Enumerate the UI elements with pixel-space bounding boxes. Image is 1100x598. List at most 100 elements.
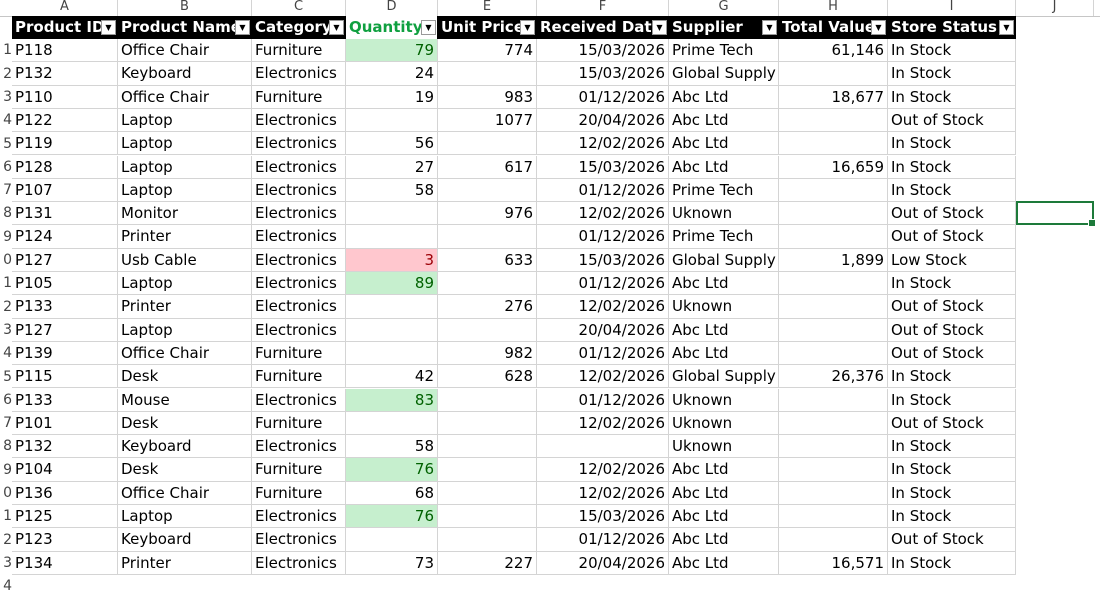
table-cell[interactable]	[779, 411, 888, 436]
table-cell[interactable]: Electronics	[252, 132, 346, 156]
table-cell[interactable]: Furniture	[252, 39, 346, 63]
column-letter[interactable]: H	[779, 0, 888, 16]
column-letter[interactable]: A	[12, 0, 118, 16]
table-cell[interactable]: Electronics	[252, 108, 346, 133]
table-cell[interactable]: 79	[346, 39, 438, 63]
row-number[interactable]: 5	[0, 133, 12, 156]
table-cell[interactable]: P133	[12, 388, 118, 412]
table-cell[interactable]: In Stock	[888, 481, 1016, 505]
header-cell[interactable]: Product ID ▼	[12, 16, 118, 39]
table-cell[interactable]: In Stock	[888, 365, 1016, 389]
table-cell[interactable]: Office Chair	[118, 85, 252, 109]
table-cell[interactable]: P132	[12, 435, 118, 459]
table-cell[interactable]	[438, 411, 537, 436]
table-cell[interactable]: Abc Ltd	[669, 318, 779, 342]
table-cell[interactable]	[779, 132, 888, 156]
table-cell[interactable]: 12/02/2026	[537, 411, 669, 436]
table-cell[interactable]: Low Stock	[888, 248, 1016, 272]
table-cell[interactable]: Abc Ltd	[669, 85, 779, 109]
table-cell[interactable]	[779, 388, 888, 412]
table-cell[interactable]: Electronics	[252, 225, 346, 249]
row-number[interactable]: 7	[0, 179, 12, 202]
table-cell[interactable]: Out of Stock	[888, 318, 1016, 342]
table-cell[interactable]: P136	[12, 481, 118, 505]
header-cell[interactable]: Category ▼	[252, 16, 346, 39]
column-letter[interactable]: B	[118, 0, 252, 16]
table-cell[interactable]	[346, 108, 438, 133]
row-number[interactable]: 0	[0, 249, 12, 272]
table-cell[interactable]: P131	[12, 202, 118, 226]
row-number[interactable]: 4	[0, 575, 12, 598]
table-cell[interactable]: 56	[346, 132, 438, 156]
filter-dropdown-icon[interactable]: ▼	[871, 20, 886, 35]
table-cell[interactable]	[346, 225, 438, 249]
filter-dropdown-icon[interactable]: ▼	[329, 20, 344, 35]
table-cell[interactable]: P139	[12, 341, 118, 366]
table-cell[interactable]: Office Chair	[118, 481, 252, 505]
row-number[interactable]: 0	[0, 482, 12, 505]
filter-dropdown-icon[interactable]: ▼	[520, 20, 535, 35]
table-cell[interactable]: 58	[346, 178, 438, 203]
table-cell[interactable]	[779, 528, 888, 552]
table-cell[interactable]: Global Supply	[669, 248, 779, 272]
table-cell[interactable]: 01/12/2026	[537, 388, 669, 412]
table-cell[interactable]: Laptop	[118, 132, 252, 156]
table-cell[interactable]: Laptop	[118, 108, 252, 133]
table-cell[interactable]: 15/03/2026	[537, 62, 669, 86]
table-cell[interactable]: Uknown	[669, 435, 779, 459]
table-cell[interactable]: Abc Ltd	[669, 458, 779, 482]
row-number[interactable]: 5	[0, 366, 12, 389]
table-cell[interactable]	[438, 225, 537, 249]
filter-dropdown-icon[interactable]: ▼	[999, 20, 1014, 35]
table-cell[interactable]: In Stock	[888, 458, 1016, 482]
table-cell[interactable]: 19	[346, 85, 438, 109]
table-cell[interactable]: Out of Stock	[888, 341, 1016, 366]
table-cell[interactable]: Global Supply	[669, 62, 779, 86]
table-cell[interactable]	[346, 295, 438, 319]
column-letter[interactable]: I	[888, 0, 1016, 16]
table-cell[interactable]: Furniture	[252, 481, 346, 505]
table-cell[interactable]	[779, 458, 888, 482]
table-cell[interactable]: 20/04/2026	[537, 551, 669, 575]
table-cell[interactable]: Abc Ltd	[669, 132, 779, 156]
table-cell[interactable]: Printer	[118, 225, 252, 249]
table-cell[interactable]: Prime Tech	[669, 178, 779, 203]
header-cell[interactable]: Supplier ▼	[669, 16, 779, 39]
table-cell[interactable]: 774	[438, 39, 537, 63]
table-cell[interactable]	[346, 202, 438, 226]
table-cell[interactable]	[779, 202, 888, 226]
table-cell[interactable]: P110	[12, 85, 118, 109]
row-number[interactable]: 2	[0, 529, 12, 552]
table-cell[interactable]: Monitor	[118, 202, 252, 226]
filter-dropdown-icon[interactable]: ▼	[762, 20, 777, 35]
table-cell[interactable]: 16,659	[779, 155, 888, 179]
column-letter[interactable]: C	[252, 0, 346, 16]
table-cell[interactable]	[779, 341, 888, 366]
row-number[interactable]: 7	[0, 412, 12, 435]
table-cell[interactable]	[779, 225, 888, 249]
table-cell[interactable]: In Stock	[888, 178, 1016, 203]
table-cell[interactable]: In Stock	[888, 435, 1016, 459]
table-cell[interactable]: 89	[346, 272, 438, 296]
table-cell[interactable]: 83	[346, 388, 438, 412]
table-cell[interactable]: 982	[438, 341, 537, 366]
table-cell[interactable]: 976	[438, 202, 537, 226]
selected-cell[interactable]	[1016, 201, 1096, 227]
column-letter[interactable]: J	[1016, 0, 1094, 16]
table-cell[interactable]	[438, 178, 537, 203]
table-cell[interactable]: In Stock	[888, 132, 1016, 156]
table-cell[interactable]: P101	[12, 411, 118, 436]
table-cell[interactable]: 15/03/2026	[537, 505, 669, 529]
table-cell[interactable]	[438, 132, 537, 156]
table-cell[interactable]	[346, 341, 438, 366]
table-cell[interactable]: Out of Stock	[888, 108, 1016, 133]
table-cell[interactable]: Desk	[118, 365, 252, 389]
table-cell[interactable]: Furniture	[252, 85, 346, 109]
table-cell[interactable]: 12/02/2026	[537, 295, 669, 319]
row-number[interactable]: 2	[0, 63, 12, 86]
table-cell[interactable]: In Stock	[888, 388, 1016, 412]
table-cell[interactable]: Laptop	[118, 155, 252, 179]
table-cell[interactable]: 628	[438, 365, 537, 389]
column-letter[interactable]: D	[346, 0, 438, 16]
table-cell[interactable]: Electronics	[252, 505, 346, 529]
